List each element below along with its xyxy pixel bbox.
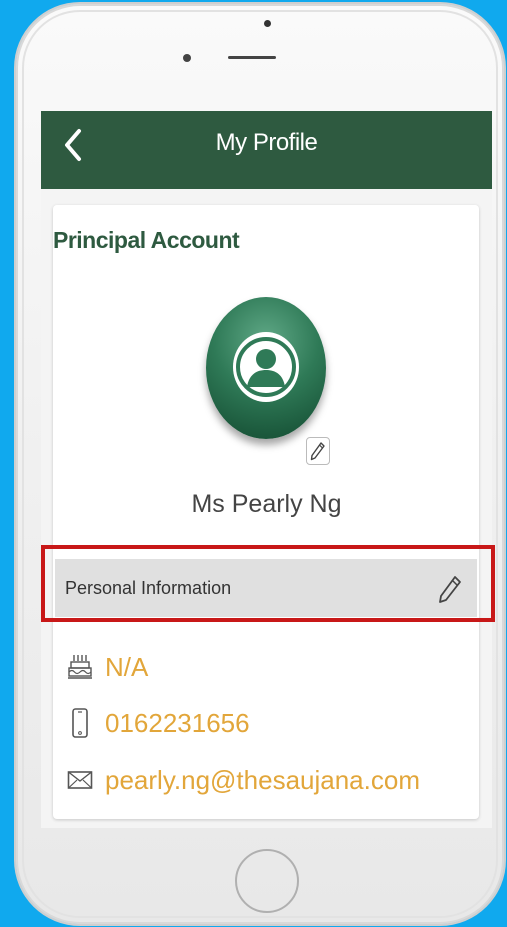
phone-value[interactable]: 0162231656 [105,708,250,739]
avatar[interactable] [206,297,326,439]
birthday-value: N/A [105,651,149,682]
envelope-icon [67,764,93,796]
pencil-icon [310,442,325,461]
app-screen: My Profile Principal Account Ms Pearly N… [41,111,492,828]
email-value[interactable]: pearly.ng@thesaujana.com [105,765,420,796]
profile-name: Ms Pearly Ng [191,490,342,518]
page-title: My Profile [215,129,318,156]
navigation-bar: My Profile [41,111,492,189]
mobile-phone-icon [67,707,93,739]
highlight-box [41,545,495,622]
front-sensor [264,20,271,27]
user-avatar-icon [233,332,299,402]
earpiece-speaker [228,56,276,59]
front-camera [183,54,191,62]
avatar-edit-button[interactable] [306,437,330,465]
home-button[interactable] [235,849,299,913]
email-row: pearly.ng@thesaujana.com [67,762,420,798]
phone-row: 0162231656 [67,705,250,741]
birthday-cake-icon [67,651,93,683]
account-type-heading: Principal Account [53,227,240,253]
birthday-row: N/A [67,649,148,685]
